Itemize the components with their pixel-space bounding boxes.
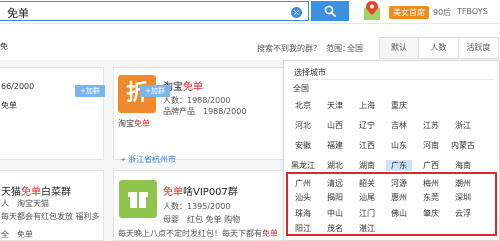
search-input[interactable]: 免单 × [0, 1, 309, 21]
divider [290, 79, 494, 80]
group-tags: 品牌产品 1988/2000 [163, 107, 247, 116]
search-query[interactable]: 免单 [7, 5, 29, 21]
province-option[interactable]: 浙江 [450, 120, 476, 131]
member-count: 人数：1395/2000 [163, 202, 231, 211]
province-option[interactable]: 山东 [386, 140, 412, 151]
province-option[interactable]: 内蒙古 [450, 140, 476, 151]
member-count: 人数：1988/2000 [163, 96, 231, 105]
province-option[interactable]: 广东 [386, 160, 412, 171]
province-option[interactable]: 山西 [322, 120, 348, 131]
user-tag-age[interactable]: 90后 [433, 7, 451, 18]
city-panel-heading: 选择城市 [294, 68, 326, 77]
province-option[interactable]: 福建 [322, 140, 348, 151]
province-option[interactable]: 安徽 [290, 140, 316, 151]
province-option[interactable]: 上海 [354, 100, 380, 111]
sort-tab-members[interactable]: 人数 [419, 37, 459, 59]
province-option[interactable]: 吉林 [386, 120, 412, 131]
sort-tab-default[interactable]: 默认 [379, 37, 419, 59]
province-option[interactable]: 江西 [354, 140, 380, 151]
join-group-button[interactable]: +加群 [75, 85, 105, 97]
sort-tabs: 默认 人数 活跃度 [379, 37, 499, 59]
top-bar: 免单 × 美女首席 90后 TFBOYS [0, 0, 500, 24]
group-footer: 全 免单 [1, 230, 33, 239]
join-group-button[interactable]: +加群 [140, 85, 170, 97]
sort-tab-activity[interactable]: 活跃度 [459, 37, 499, 59]
search-icon [324, 5, 336, 17]
not-found-link[interactable]: 搜索不到我的群？ [257, 43, 321, 54]
group-tags: 人 淘宝天猫 [1, 199, 49, 208]
group-description: 每天都会有红包发放 福利多 [1, 212, 100, 221]
gift-icon [119, 180, 157, 218]
clear-circle-icon[interactable]: × [291, 7, 302, 18]
province-option[interactable]: 辽宁 [354, 120, 380, 131]
map-pin-icon[interactable] [362, 0, 382, 22]
user-tag-badge[interactable]: 美女首席 [389, 6, 429, 19]
group-title[interactable]: 免单啥VIP007群 [163, 183, 238, 198]
result-label: 免 [0, 42, 8, 51]
province-option[interactable]: 北京 [290, 100, 316, 111]
filter-row: 免 搜索不到我的群？ 范围： 全国 默认 人数 活跃度 [0, 34, 500, 60]
province-option[interactable]: 河北 [290, 120, 316, 131]
province-option[interactable]: 湖北 [322, 160, 348, 171]
range-selector[interactable]: 全国 [347, 43, 363, 54]
province-option[interactable]: 天津 [322, 100, 348, 111]
member-count: 66/2000 [1, 82, 35, 91]
group-title[interactable]: 天猫免单白菜群 [1, 183, 71, 198]
location-label: ⌖ 浙江省杭州市 [121, 155, 177, 164]
province-option[interactable]: 江苏 [418, 120, 444, 131]
search-button[interactable] [311, 1, 349, 21]
province-option[interactable]: 黑龙江 [290, 160, 316, 171]
province-option[interactable]: 河南 [418, 140, 444, 151]
city-option-nationwide[interactable]: 全国 [291, 83, 311, 94]
group-description: 淘宝免单 [118, 119, 150, 128]
city-list-highlight [286, 172, 497, 236]
user-tag-fandom[interactable]: TFBOYS [457, 7, 488, 16]
group-card[interactable]: 66/2000 免单 [0, 67, 104, 160]
group-description: 每天晚上八点不定时发红包！每天下都有免单 [118, 229, 278, 238]
group-tags: 母婴 红包 免单 购物 [163, 215, 241, 224]
group-card[interactable]: 折 淘宝免单 人数：1988/2000 品牌产品 1988/2000 淘宝免单 … [113, 67, 285, 164]
province-option[interactable]: 海南 [450, 160, 476, 171]
province-option[interactable]: 重庆 [386, 100, 412, 111]
province-option[interactable]: 广西 [418, 160, 444, 171]
group-name: 免单 [1, 101, 17, 110]
group-card[interactable]: 免单啥VIP007群 人数：1395/2000 母婴 红包 免单 购物 每天晚上… [113, 170, 285, 241]
province-option[interactable]: 湖南 [354, 160, 380, 171]
group-card[interactable]: 天猫免单白菜群 人 淘宝天猫 每天都会有红包发放 福利多 全 免单 [0, 170, 104, 241]
